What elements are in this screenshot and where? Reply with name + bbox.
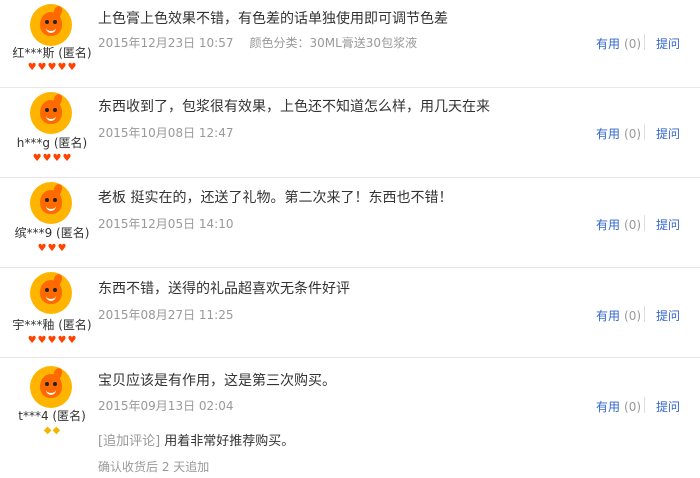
review-meta: 2015年08月27日 11:25 — [98, 306, 233, 323]
review-date: 2015年12月23日 10:57 — [98, 36, 234, 50]
review-item: 缤***9 (匿名) ♥ ♥ ♥ 老板 挺实在的，还送了礼物。第二次来了！东西也不错… — [0, 178, 700, 268]
review-content: 宝贝应该是有作用，这是第三次购买。 — [98, 373, 336, 389]
useful-count: (0) — [624, 37, 642, 51]
heart-rank-icon: ♥ — [57, 335, 67, 346]
heart-rank-icon: ♥ — [27, 335, 37, 346]
review-item: t***4 (匿名) ◆ ◆ 宝贝应该是有作用，这是第三次购买。 2015年09月… — [0, 358, 700, 478]
ask-button[interactable]: 提问 — [656, 398, 680, 415]
review-content: 上色膏上色效果不错，有色差的话单独使用即可调节色差 — [98, 11, 448, 27]
useful-count: (0) — [624, 218, 642, 232]
useful-button[interactable]: 有用 (0) — [596, 398, 641, 415]
useful-label: 有用 — [596, 309, 621, 323]
heart-rank-icon: ♥ — [47, 243, 57, 254]
review-meta: 2015年12月05日 14:10 — [98, 215, 233, 232]
review-meta: 2015年12月23日 10:57 颜色分类：30ML膏送30包浆液 — [98, 34, 417, 51]
useful-count: (0) — [624, 309, 642, 323]
useful-count: (0) — [624, 127, 642, 141]
append-tag: [追加评论] — [98, 434, 161, 449]
reviewer-nick: 红***斯 (匿名) — [12, 46, 92, 60]
reviewer-nick: h***g (匿名) — [16, 136, 88, 150]
review-date: 2015年09月13日 02:04 — [98, 399, 234, 413]
ask-button[interactable]: 提问 — [656, 307, 680, 324]
review-meta: 2015年10月08日 12:47 — [98, 124, 233, 141]
useful-button[interactable]: 有用 (0) — [596, 35, 641, 52]
useful-label: 有用 — [596, 400, 621, 414]
divider — [644, 306, 645, 322]
review-content: 老板 挺实在的，还送了礼物。第二次来了！东西也不错！ — [98, 190, 453, 206]
review-item: 宇***釉 (匿名) ♥ ♥ ♥ ♥ ♥ 东西不错，送得的礼品超喜欢无条件好评 2015… — [0, 268, 700, 358]
append-after: 确认收货后 2 天追加 — [98, 460, 210, 474]
heart-rank-icon: ♥ — [27, 62, 37, 73]
diamond-rank-icon: ◆ — [43, 425, 52, 436]
heart-rank-icon: ♥ — [67, 335, 77, 346]
useful-button[interactable]: 有用 (0) — [596, 216, 641, 233]
review-date: 2015年12月05日 14:10 — [98, 217, 234, 231]
heart-rank-icon: ♥ — [37, 243, 47, 254]
heart-rank-icon: ♥ — [47, 62, 57, 73]
heart-rank-icon: ♥ — [57, 243, 67, 254]
review-date: 2015年10月08日 12:47 — [98, 126, 234, 140]
heart-rank-icon: ♥ — [62, 153, 72, 164]
reviewer-rank: ◆ ◆ — [0, 426, 104, 436]
useful-button[interactable]: 有用 (0) — [596, 125, 641, 142]
heart-rank-icon: ♥ — [37, 62, 47, 73]
reviewer-nick: 缤***9 (匿名) — [14, 226, 90, 240]
avatar[interactable] — [30, 4, 72, 46]
divider — [644, 34, 645, 50]
review-item: 红***斯 (匿名) ♥ ♥ ♥ ♥ ♥ 上色膏上色效果不错，有色差的话单独使用即可调节… — [0, 0, 700, 88]
review-meta: 2015年09月13日 02:04 — [98, 397, 233, 414]
append-text: 用着非常好推荐购买。 — [164, 434, 295, 449]
useful-label: 有用 — [596, 127, 621, 141]
avatar[interactable] — [30, 272, 72, 314]
useful-count: (0) — [624, 400, 642, 414]
heart-rank-icon: ♥ — [42, 153, 52, 164]
review-date: 2015年08月27日 11:25 — [98, 308, 234, 322]
review-content: 东西收到了，包浆很有效果，上色还不知道怎么样，用几天在来 — [98, 99, 490, 115]
heart-rank-icon: ♥ — [32, 153, 42, 164]
useful-button[interactable]: 有用 (0) — [596, 307, 641, 324]
heart-rank-icon: ♥ — [67, 62, 77, 73]
divider — [644, 124, 645, 140]
reviewer-rank: ♥ ♥ ♥ ♥ — [0, 154, 104, 164]
ask-button[interactable]: 提问 — [656, 125, 680, 142]
heart-rank-icon: ♥ — [52, 153, 62, 164]
review-sku: 颜色分类：30ML膏送30包浆液 — [249, 36, 418, 50]
reviewer-nick: t***4 (匿名) — [18, 409, 86, 423]
review-item: h***g (匿名) ♥ ♥ ♥ ♥ 东西收到了，包浆很有效果，上色还不知道怎么样，用… — [0, 88, 700, 178]
heart-rank-icon: ♥ — [47, 335, 57, 346]
diamond-rank-icon: ◆ — [52, 425, 61, 436]
avatar[interactable] — [30, 182, 72, 224]
append-comment: [追加评论] 用着非常好推荐购买。 — [98, 430, 294, 449]
reviewer-rank: ♥ ♥ ♥ ♥ ♥ — [0, 336, 104, 346]
avatar[interactable] — [30, 92, 72, 134]
reviewer-rank: ♥ ♥ ♥ — [0, 244, 104, 254]
useful-label: 有用 — [596, 218, 621, 232]
ask-button[interactable]: 提问 — [656, 35, 680, 52]
divider — [644, 215, 645, 231]
ask-button[interactable]: 提问 — [656, 216, 680, 233]
heart-rank-icon: ♥ — [37, 335, 47, 346]
reviewer-nick: 宇***釉 (匿名) — [12, 318, 92, 332]
avatar[interactable] — [30, 366, 72, 408]
heart-rank-icon: ♥ — [57, 62, 67, 73]
review-content: 东西不错，送得的礼品超喜欢无条件好评 — [98, 281, 350, 297]
reviewer-rank: ♥ ♥ ♥ ♥ ♥ — [0, 63, 104, 73]
divider — [644, 397, 645, 413]
useful-label: 有用 — [596, 37, 621, 51]
